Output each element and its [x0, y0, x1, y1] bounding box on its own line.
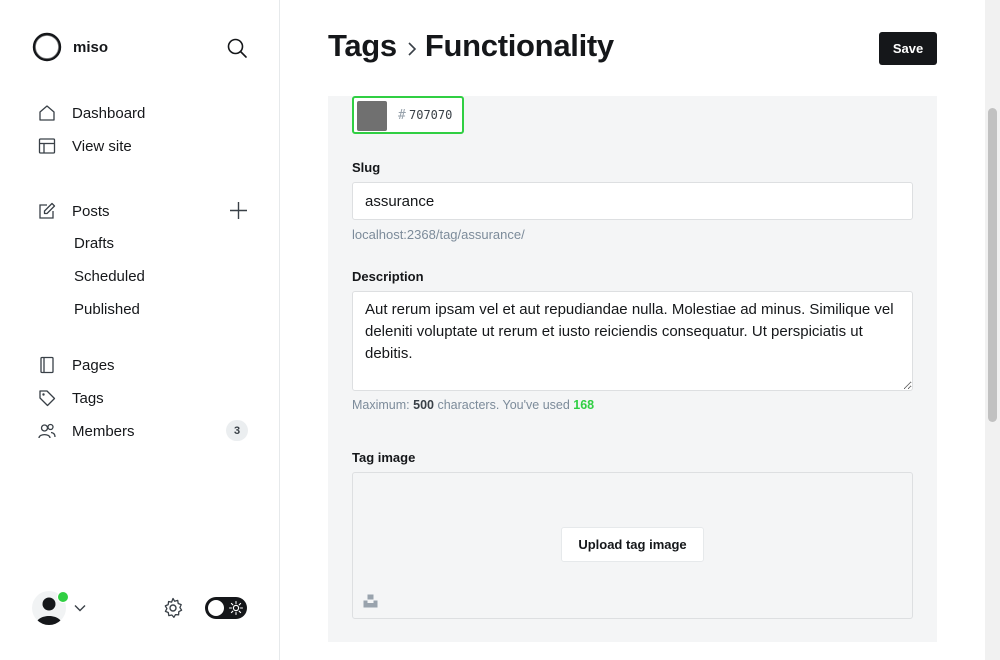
hint-max: 500 — [413, 398, 434, 412]
scrollbar-thumb[interactable] — [988, 108, 997, 422]
home-icon — [39, 105, 55, 121]
tag-icon — [39, 390, 56, 407]
nav-members[interactable]: Members — [38, 419, 135, 443]
chevron-down-icon[interactable] — [73, 601, 87, 615]
description-label: Description — [352, 269, 424, 284]
gear-icon[interactable] — [162, 597, 184, 619]
site-brand[interactable]: miso — [32, 32, 108, 62]
add-post-icon[interactable] — [228, 200, 249, 221]
nav-posts[interactable]: Posts — [38, 199, 110, 223]
nav-view-site-label: View site — [72, 137, 132, 155]
slug-url-preview: localhost:2368/tag/assurance/ — [352, 227, 525, 242]
page-icon — [40, 356, 54, 374]
tag-name-title: Functionality — [424, 28, 614, 63]
search-icon[interactable] — [226, 37, 248, 59]
color-hex-input[interactable] — [409, 106, 461, 124]
members-icon — [38, 423, 56, 439]
hint-used: 168 — [573, 398, 595, 412]
layout-icon — [38, 138, 56, 154]
sidebar: miso Dashboard View site Posts Drafts Sc… — [0, 0, 280, 660]
edit-icon — [39, 202, 56, 219]
upload-tag-image-button[interactable]: Upload tag image — [561, 527, 704, 562]
nav-posts-label: Posts — [72, 202, 110, 220]
nav-pages-label: Pages — [72, 356, 115, 374]
site-name: miso — [73, 38, 109, 56]
dark-mode-toggle[interactable] — [205, 597, 247, 619]
nav-pages[interactable]: Pages — [38, 353, 115, 377]
description-char-count: Maximum: 500 characters. You've used 168 — [352, 398, 594, 412]
color-swatch[interactable] — [357, 101, 387, 131]
hint-prefix: Maximum: — [352, 398, 414, 412]
tag-image-label: Tag image — [352, 450, 416, 465]
sun-icon — [228, 600, 244, 616]
color-hash-prefix: # — [398, 108, 406, 123]
chevron-right-icon — [408, 42, 416, 56]
nav-drafts[interactable]: Drafts — [74, 232, 114, 256]
unsplash-icon[interactable] — [363, 594, 378, 608]
nav-scheduled[interactable]: Scheduled — [74, 265, 145, 289]
nav-dashboard[interactable]: Dashboard — [38, 101, 145, 125]
color-picker[interactable]: # — [352, 96, 464, 134]
nav-members-label: Members — [72, 422, 135, 440]
page-title: Tags Functionality — [328, 28, 614, 64]
toggle-knob — [208, 600, 224, 616]
nav-view-site[interactable]: View site — [38, 134, 132, 158]
online-status-dot — [57, 591, 69, 603]
nav-tags[interactable]: Tags — [38, 386, 104, 410]
description-textarea[interactable]: Aut rerum ipsam vel et aut repudiandae n… — [352, 291, 913, 391]
nav-dashboard-label: Dashboard — [72, 104, 146, 122]
breadcrumb-tags-link[interactable]: Tags — [328, 28, 397, 64]
save-button[interactable]: Save — [879, 32, 937, 65]
slug-input[interactable] — [352, 182, 913, 220]
nav-published[interactable]: Published — [74, 298, 140, 322]
members-count-badge: 3 — [226, 420, 248, 441]
site-logo-icon — [32, 32, 62, 62]
hint-middle: characters. You've used — [433, 398, 574, 412]
nav-tags-label: Tags — [72, 389, 104, 407]
slug-label: Slug — [352, 160, 381, 175]
